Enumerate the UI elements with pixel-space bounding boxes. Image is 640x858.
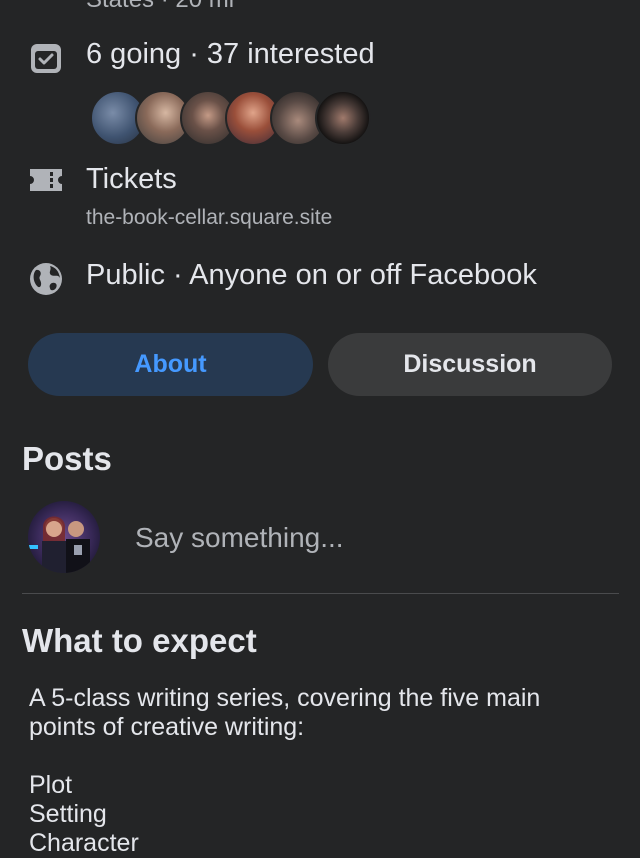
divider [22,593,619,594]
avatar[interactable] [28,501,100,573]
location-distance-text: States · 20 mi [86,0,234,14]
globe-icon [26,259,66,299]
attendance-text: 6 going · 37 interested [86,38,375,70]
event-description: A 5-class writing series, covering the f… [29,684,541,857]
avatar[interactable] [315,90,371,146]
post-composer-input[interactable]: Say something... [120,508,625,568]
attendance-row[interactable]: 6 going · 37 interested [0,34,640,146]
tickets-label: Tickets [86,163,177,195]
attendee-avatars[interactable] [90,90,371,146]
what-to-expect-heading: What to expect [22,622,257,659]
tab-discussion[interactable]: Discussion [328,333,612,396]
calendar-check-icon [26,38,66,78]
ticket-icon [26,160,66,200]
posts-heading: Posts [22,440,112,477]
tab-about[interactable]: About [28,333,313,396]
tickets-row[interactable]: Tickets the-book-cellar.square.site [0,160,640,240]
privacy-row: Public · Anyone on or off Facebook [0,256,640,306]
privacy-text: Public · Anyone on or off Facebook [86,259,537,291]
tickets-link[interactable]: the-book-cellar.square.site [86,206,332,230]
